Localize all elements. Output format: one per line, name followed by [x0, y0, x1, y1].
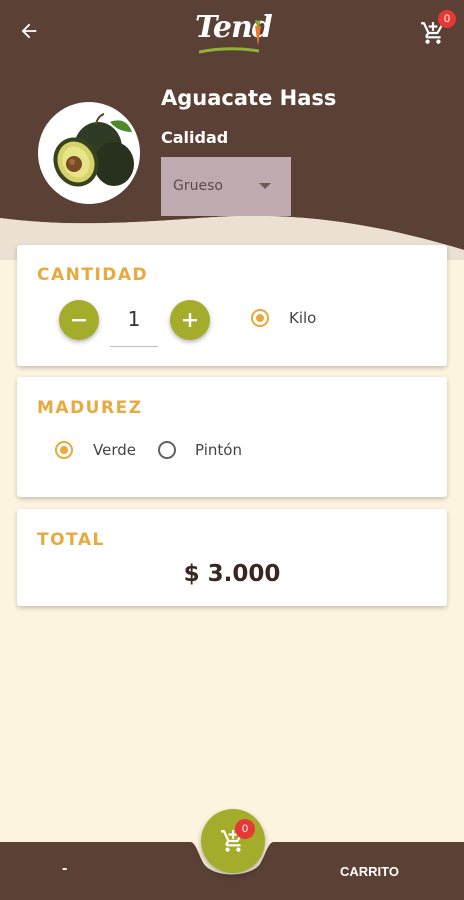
ripeness-pinton-radio[interactable] [158, 441, 176, 459]
quantity-card: CANTIDAD 1 Kilo [17, 245, 447, 366]
ripeness-verde-label: Verde [93, 441, 136, 459]
bottom-nav-left-item[interactable]: - [62, 862, 67, 877]
arrow-left-icon [21, 23, 37, 39]
fab-cart-count-badge: 0 [235, 819, 255, 839]
unit-kilo-label: Kilo [289, 309, 317, 327]
product-image [38, 102, 140, 204]
quantity-title: CANTIDAD [37, 265, 149, 285]
cart-count-badge: 0 [438, 10, 456, 28]
carrot-icon [255, 20, 261, 46]
cart-button[interactable]: 0 [420, 10, 456, 46]
back-button[interactable] [14, 16, 44, 46]
ripeness-pinton-label: Pintón [195, 441, 242, 459]
quality-select[interactable]: Grueso [161, 157, 291, 216]
plus-icon [183, 313, 197, 327]
app-logo: Tend [195, 10, 273, 54]
ripeness-verde-radio[interactable] [55, 441, 73, 459]
quantity-underline [110, 346, 158, 347]
decrease-button[interactable] [59, 300, 99, 340]
total-value: $ 3.000 [183, 561, 281, 587]
bottom-nav-cart-item[interactable]: CARRITO [340, 864, 399, 879]
unit-kilo-radio[interactable] [251, 309, 269, 327]
quality-select-value: Grueso [173, 178, 223, 194]
increase-button[interactable] [170, 300, 210, 340]
logo-swoosh [199, 47, 259, 54]
top-app-bar: Tend 0 [0, 0, 464, 62]
minus-icon [72, 319, 86, 322]
dropdown-arrow-icon [259, 183, 271, 189]
quality-label: Calidad [161, 128, 229, 147]
ripeness-card: MADUREZ Verde Pintón [17, 377, 447, 497]
total-card: TOTAL $ 3.000 [17, 509, 447, 606]
avocado-image [53, 113, 134, 187]
cart-fab-button[interactable]: 0 [201, 809, 265, 873]
ripeness-title: MADUREZ [37, 398, 143, 418]
product-name: Aguacate Hass [161, 86, 337, 110]
quantity-value[interactable]: 1 [110, 287, 158, 347]
total-title: TOTAL [37, 530, 105, 550]
